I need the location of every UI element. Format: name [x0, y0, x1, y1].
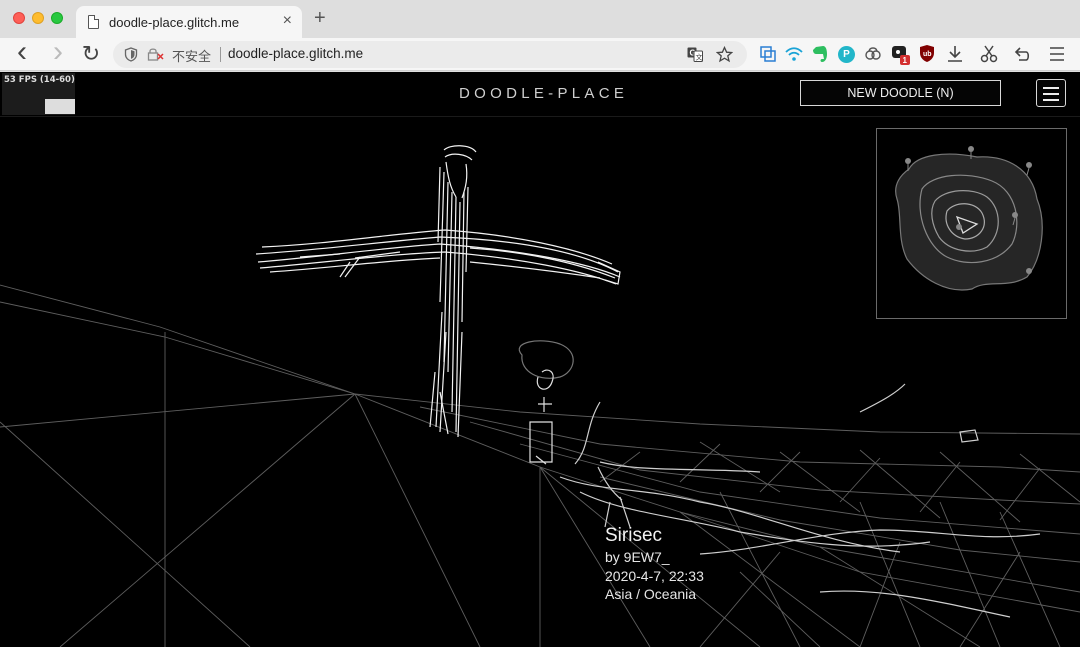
svg-text:文: 文	[696, 53, 703, 62]
terrain-wireframe	[0, 284, 1080, 647]
reload-button[interactable]: ↻	[78, 40, 104, 68]
menu-bar	[1043, 99, 1059, 101]
puzzle-icon[interactable]: 1	[891, 44, 913, 66]
fps-label: 53 FPS (14-60)	[4, 75, 75, 85]
undo-icon[interactable]	[1013, 45, 1031, 63]
hamburger-menu-button[interactable]	[1036, 79, 1066, 107]
tab-close-icon[interactable]: ×	[283, 12, 292, 30]
browser-window: doodle-place.glitch.me × + ‹ › ↻ 不安全 doo…	[0, 0, 1080, 647]
doodle-date: 2020-4-7, 22:33	[605, 567, 704, 584]
new-tab-button[interactable]: +	[314, 8, 326, 28]
doodle-info: Sirisec by 9EW7_ 2020-4-7, 22:33 Asia / …	[605, 524, 704, 604]
header-divider	[0, 116, 1080, 117]
wifi-icon[interactable]	[785, 46, 803, 62]
tab-active[interactable]: doodle-place.glitch.me ×	[76, 6, 302, 38]
site-logo[interactable]: DOODLE-PLACE	[459, 85, 628, 102]
cloud-link-icon[interactable]	[864, 46, 882, 62]
fps-meter: 53 FPS (14-60)	[2, 73, 75, 115]
not-secure-icon	[147, 48, 164, 61]
url-input[interactable]: doodle-place.glitch.me	[228, 46, 363, 61]
back-button[interactable]: ‹	[9, 37, 35, 68]
star-icon[interactable]	[716, 46, 733, 63]
page-icon	[88, 15, 99, 29]
menu-bar	[1043, 93, 1059, 95]
svg-text:ub: ub	[923, 51, 932, 58]
doodle-author: by 9EW7_	[605, 549, 670, 565]
toolbar: ‹ › ↻ 不安全 doodle-place.glitch.me G 文 P 1…	[0, 37, 1080, 71]
new-doodle-button[interactable]: NEW DOODLE (N)	[800, 80, 1001, 106]
forward-button[interactable]: ›	[45, 37, 71, 68]
divider	[220, 47, 221, 62]
screenshot-extension-icon[interactable]	[760, 46, 776, 62]
maximize-window-button[interactable]	[51, 12, 63, 24]
minimap-map	[895, 146, 1043, 291]
p-extension-icon[interactable]: P	[838, 46, 855, 63]
doodle-region: Asia / Oceania	[605, 586, 697, 602]
ublock-icon[interactable]: ub	[918, 44, 936, 63]
translate-icon[interactable]: G 文	[687, 47, 703, 62]
tab-title: doodle-place.glitch.me	[109, 15, 240, 30]
download-icon[interactable]	[946, 45, 964, 63]
cross-doodle	[255, 145, 621, 438]
browser-menu-icon[interactable]	[1049, 47, 1065, 61]
evernote-icon[interactable]	[812, 45, 828, 63]
shield-icon[interactable]	[124, 47, 138, 62]
scissors-icon[interactable]	[980, 45, 998, 63]
menu-bar	[1043, 87, 1059, 89]
security-label[interactable]: 不安全	[172, 46, 211, 65]
fps-graph	[45, 99, 75, 114]
minimap[interactable]	[876, 128, 1067, 319]
minimize-window-button[interactable]	[32, 12, 44, 24]
address-bar[interactable]: 不安全 doodle-place.glitch.me G 文	[113, 41, 747, 68]
tab-strip: doodle-place.glitch.me × +	[0, 0, 1080, 38]
svg-text:1: 1	[903, 56, 908, 65]
doodle-place-canvas[interactable]: 53 FPS (14-60) DOODLE-PLACE NEW DOODLE (…	[0, 72, 1080, 647]
doodle-title: Sirisec	[605, 525, 663, 546]
close-window-button[interactable]	[13, 12, 25, 24]
